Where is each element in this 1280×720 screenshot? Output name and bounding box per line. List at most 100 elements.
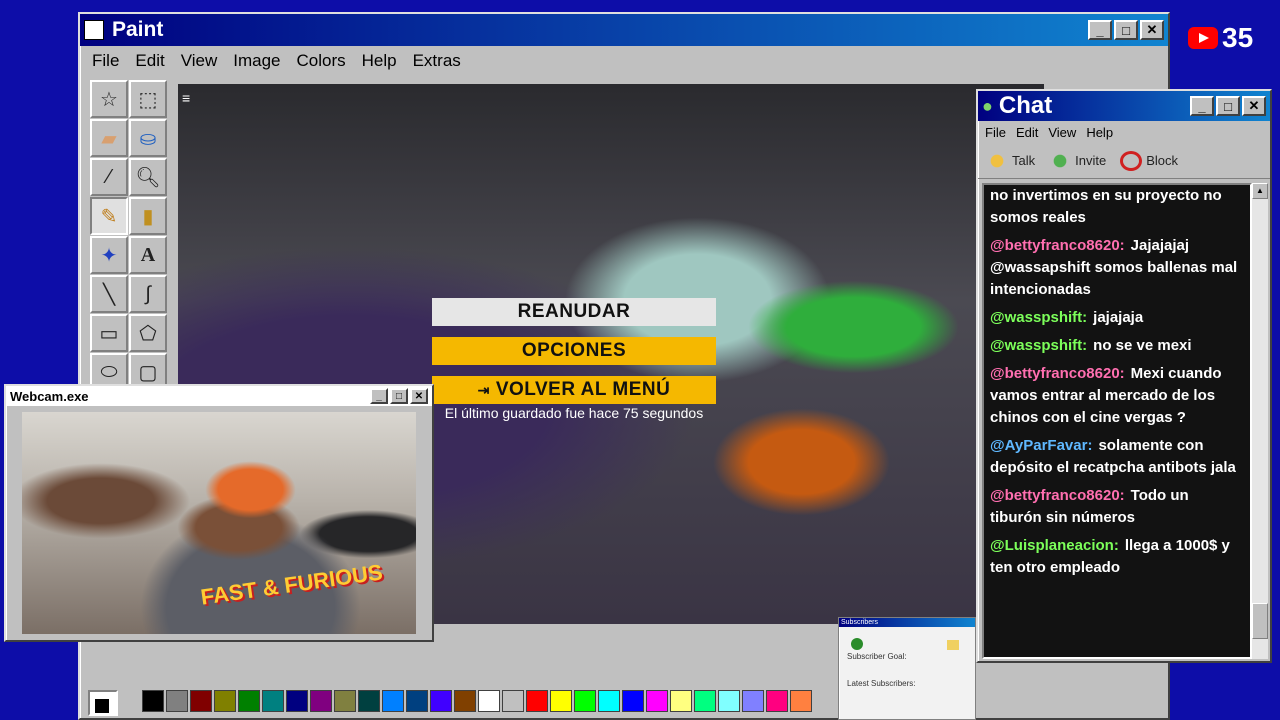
pencil-icon[interactable]: ✎	[90, 197, 128, 235]
palette-swatch[interactable]	[478, 690, 500, 712]
palette-swatch[interactable]	[334, 690, 356, 712]
palette-swatch[interactable]	[742, 690, 764, 712]
webcam-minimize-button[interactable]: _	[370, 388, 388, 404]
chat-username[interactable]: @bettyfranco8620:	[990, 237, 1125, 254]
airbrush-icon[interactable]: ✦	[90, 236, 128, 274]
menu-help[interactable]: Help	[354, 51, 405, 71]
chat-message: @Luisplaneacion: llega a 1000$ y ten otro…	[990, 535, 1244, 579]
talk-icon	[986, 150, 1008, 171]
chat-scrollbar[interactable]: ▲	[1252, 183, 1268, 659]
invite-button[interactable]: Invite	[1049, 150, 1106, 171]
resume-button[interactable]: REANUDAR	[432, 298, 716, 326]
rectangle-icon[interactable]: ▭	[90, 314, 128, 352]
palette-swatch[interactable]	[574, 690, 596, 712]
menu-extras[interactable]: Extras	[405, 51, 469, 71]
subscriber-goal-label: Subscriber Goal:	[847, 652, 907, 661]
picker-icon[interactable]: ⁄	[90, 158, 128, 196]
invite-icon	[1049, 150, 1072, 171]
subscribers-widget: Subscribers Subscriber Goal: Latest Subs…	[838, 617, 976, 720]
chat-menubar: File Edit View Help	[978, 121, 1270, 143]
paint-menubar: File Edit View Image Colors Help Extras	[80, 46, 1168, 76]
chat-username[interactable]: @bettyfranco8620:	[990, 487, 1125, 504]
chat-minimize-button[interactable]: _	[1190, 96, 1214, 116]
palette-swatch[interactable]	[430, 690, 452, 712]
scroll-thumb[interactable]	[1252, 603, 1268, 639]
palette-swatch[interactable]	[670, 690, 692, 712]
youtube-icon	[1188, 27, 1218, 49]
palette-swatch[interactable]	[550, 690, 572, 712]
subscribers-titlebar: Subscribers	[839, 618, 975, 627]
hamburger-icon[interactable]: ≡	[182, 90, 190, 106]
palette-swatch[interactable]	[262, 690, 284, 712]
menu-image[interactable]: Image	[225, 51, 288, 71]
palette-swatch[interactable]	[286, 690, 308, 712]
options-button[interactable]: OPCIONES	[432, 337, 716, 365]
palette-swatch[interactable]	[694, 690, 716, 712]
menu-file[interactable]: File	[84, 51, 127, 71]
maximize-button[interactable]: □	[1114, 20, 1138, 40]
curve-icon[interactable]: ∫	[129, 275, 167, 313]
chat-maximize-button[interactable]: □	[1216, 96, 1240, 116]
palette-swatch[interactable]	[358, 690, 380, 712]
paint-titlebar[interactable]: Paint _ □ ✕	[80, 14, 1168, 46]
paint-title: Paint	[112, 18, 164, 41]
palette-swatch[interactable]	[406, 690, 428, 712]
chat-close-button[interactable]: ✕	[1242, 96, 1266, 116]
palette-swatch[interactable]	[790, 690, 812, 712]
scroll-up-icon[interactable]: ▲	[1252, 183, 1268, 199]
palette-swatch[interactable]	[190, 690, 212, 712]
menu-view[interactable]: View	[173, 51, 226, 71]
close-button[interactable]: ✕	[1140, 20, 1164, 40]
chat-menu-edit[interactable]: Edit	[1011, 125, 1043, 140]
palette-swatch[interactable]	[214, 690, 236, 712]
chat-menu-view[interactable]: View	[1043, 125, 1081, 140]
chat-message: @AyParFavar: solamente con depósito el re…	[990, 435, 1244, 479]
free-select-icon[interactable]: ☆	[90, 80, 128, 118]
talk-button[interactable]: Talk	[986, 150, 1035, 171]
palette-swatch[interactable]	[718, 690, 740, 712]
chat-messages[interactable]: no invertimos en su proyecto no somos re…	[982, 183, 1252, 659]
palette-swatch[interactable]	[598, 690, 620, 712]
palette-swatch[interactable]	[382, 690, 404, 712]
magnifier-icon[interactable]: 🔍︎	[129, 158, 167, 196]
palette-swatch[interactable]	[454, 690, 476, 712]
chat-username[interactable]: @wasspshift:	[990, 337, 1087, 354]
palette-swatch[interactable]	[622, 690, 644, 712]
polygon-icon[interactable]: ⬠	[129, 314, 167, 352]
palette-swatch[interactable]	[502, 690, 524, 712]
youtube-count: 35	[1222, 22, 1254, 53]
exit-icon: ⇥	[477, 381, 490, 398]
chat-username[interactable]: @Luisplaneacion:	[990, 537, 1119, 554]
palette-swatch[interactable]	[166, 690, 188, 712]
chat-username[interactable]: @AyParFavar:	[990, 437, 1092, 454]
palette-swatch[interactable]	[646, 690, 668, 712]
line-icon[interactable]: ╲	[90, 275, 128, 313]
menu-edit[interactable]: Edit	[127, 51, 172, 71]
back-to-menu-button[interactable]: ⇥ VOLVER AL MENÚ	[432, 376, 716, 404]
chat-username[interactable]: @wasspshift:	[990, 309, 1087, 326]
text-icon[interactable]: A	[129, 236, 167, 274]
shirt-print: FAST & FURIOUS	[199, 559, 385, 610]
palette-swatch[interactable]	[310, 690, 332, 712]
chat-menu-file[interactable]: File	[980, 125, 1011, 140]
eraser-icon[interactable]: ▰	[90, 119, 128, 157]
chat-toolbar: Talk Invite Block	[978, 143, 1270, 179]
chat-text: no se ve mexi	[1093, 337, 1192, 354]
brush-icon[interactable]: ▮	[129, 197, 167, 235]
webcam-maximize-button[interactable]: □	[390, 388, 408, 404]
palette-swatch[interactable]	[766, 690, 788, 712]
webcam-titlebar[interactable]: Webcam.exe _ □ ✕	[6, 386, 432, 406]
chat-titlebar[interactable]: ● Chat _ □ ✕	[978, 91, 1270, 121]
webcam-title: Webcam.exe	[10, 388, 89, 404]
block-button[interactable]: Block	[1120, 150, 1178, 171]
chat-username[interactable]: @bettyfranco8620:	[990, 365, 1125, 382]
fill-icon[interactable]: ⛀	[129, 119, 167, 157]
webcam-close-button[interactable]: ✕	[410, 388, 428, 404]
rect-select-icon[interactable]: ⬚	[129, 80, 167, 118]
palette-swatch[interactable]	[238, 690, 260, 712]
palette-swatch[interactable]	[142, 690, 164, 712]
minimize-button[interactable]: _	[1088, 20, 1112, 40]
chat-menu-help[interactable]: Help	[1081, 125, 1118, 140]
menu-colors[interactable]: Colors	[289, 51, 354, 71]
palette-swatch[interactable]	[526, 690, 548, 712]
